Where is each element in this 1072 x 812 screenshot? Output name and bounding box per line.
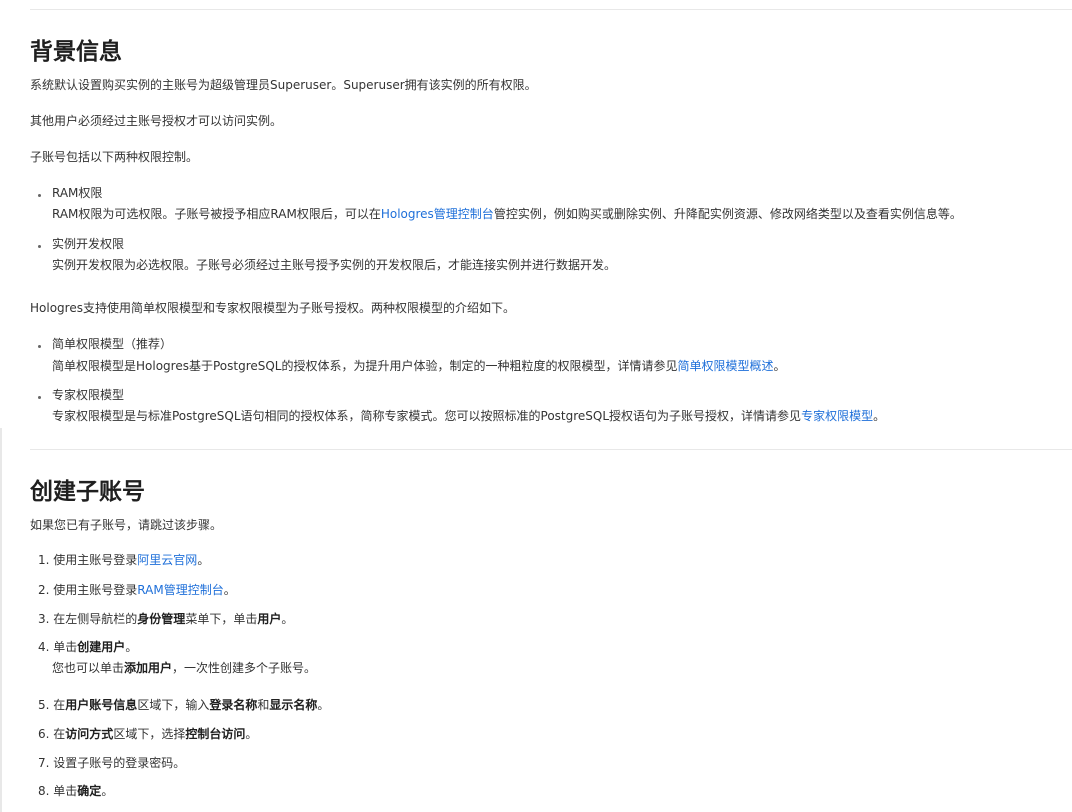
text: 单击 [53,784,78,798]
step-number: 6. [38,727,50,741]
step-number: 7. [38,756,50,770]
section-title-create-subaccount: 创建子账号 [30,479,145,505]
text: 设置子账号的登录密码。 [53,756,186,770]
text: 。 [773,359,786,373]
text: 区域下，选择 [113,727,186,741]
text: 在 [53,727,66,741]
step-number: 1. [38,553,50,567]
step-number: 2. [38,583,50,597]
paragraph-permission-types: 子账号包括以下两种权限控制。 [30,150,199,164]
bullet [38,245,41,248]
text: 使用主账号登录 [53,583,138,597]
text: RAM权限为可选权限。子账号被授予相应RAM权限后，可以在 [52,207,381,221]
simple-model-link[interactable]: 简单权限模型概述 [678,359,774,373]
text: 管控实例，例如购买或删除实例、升降配实例资源、修改网络类型以及查看实例信息等。 [493,207,962,221]
step-number: 3. [38,612,50,626]
paragraph-skip-step: 如果您已有子账号，请跳过该步骤。 [30,518,223,532]
bullet-dev-desc: 实例开发权限为必选权限。子账号必须经过主账号授予实例的开发权限后，才能连接实例并… [52,258,617,272]
text: 使用主账号登录 [53,553,138,567]
bullet [38,345,41,348]
text: 。 [101,784,114,798]
text: 。 [281,612,294,626]
paragraph-superuser: 系统默认设置购买实例的主账号为超级管理员Superuser。Superuser拥… [30,78,537,92]
step-number: 4. [38,640,50,654]
aliyun-site-link[interactable]: 阿里云官网 [137,553,197,567]
text: 。 [245,727,258,741]
text: 和 [257,698,270,712]
paragraph-authorization: 其他用户必须经过主账号授权才可以访问实例。 [30,114,283,128]
bold-text: 登录名称 [209,698,258,712]
text: 。 [197,553,210,567]
text: 区域下，输入 [137,698,210,712]
step-number: 8. [38,784,50,798]
section-divider [30,449,1072,450]
step-2: 2. 使用主账号登录RAM管理控制台。 [38,582,236,598]
step-3: 3. 在左侧导航栏的身份管理菜单下，单击用户。 [38,611,293,627]
ram-console-link[interactable]: RAM管理控制台 [137,583,223,597]
bold-text: 控制台访问 [185,727,246,741]
left-border [0,428,2,812]
paragraph-permission-models: Hologres支持使用简单权限模型和专家权限模型为子账号授权。两种权限模型的介… [30,301,515,315]
bullet [38,194,41,197]
bullet-expert-title: 专家权限模型 [52,388,125,402]
text: ，一次性创建多个子账号。 [172,661,317,675]
step-7: 7. 设置子账号的登录密码。 [38,755,185,771]
bold-text: 用户账号信息 [65,698,138,712]
bullet [38,396,41,399]
text: 在左侧导航栏的 [53,612,138,626]
bold-text: 添加用户 [124,661,173,675]
step-number: 5. [38,698,50,712]
bullet-expert-desc: 专家权限模型是与标准PostgreSQL语句相同的授权体系，简称专家模式。您可以… [52,408,885,424]
bullet-ram-desc: RAM权限为可选权限。子账号被授予相应RAM权限后，可以在Hologres管理控… [52,206,962,222]
text: 。 [223,583,236,597]
step-4-note: 您也可以单击添加用户，一次性创建多个子账号。 [52,660,316,676]
bullet-dev-title: 实例开发权限 [52,237,125,251]
step-1: 1. 使用主账号登录阿里云官网。 [38,552,209,568]
bold-text: 确定 [77,784,102,798]
step-4: 4. 单击创建用户。 [38,639,137,655]
text: 您也可以单击 [52,661,125,675]
text: 专家权限模型是与标准PostgreSQL语句相同的授权体系，简称专家模式。您可以… [52,409,802,423]
expert-model-link[interactable]: 专家权限模型 [801,409,873,423]
text: 单击 [53,640,78,654]
bold-text: 显示名称 [269,698,318,712]
bullet-simple-desc: 简单权限模型是Hologres基于PostgreSQL的授权体系，为提升用户体验… [52,358,786,374]
bold-text: 访问方式 [65,727,114,741]
step-6: 6. 在访问方式区域下，选择控制台访问。 [38,726,257,742]
text: 简单权限模型是Hologres基于PostgreSQL的授权体系，为提升用户体验… [52,359,678,373]
bold-text: 创建用户 [77,640,126,654]
section-title-background: 背景信息 [30,39,122,65]
text: 在 [53,698,66,712]
step-5: 5. 在用户账号信息区域下，输入登录名称和显示名称。 [38,697,329,713]
bold-text: 身份管理 [137,612,186,626]
text: 菜单下，单击 [185,612,258,626]
bold-text: 用户 [257,612,282,626]
step-8: 8. 单击确定。 [38,783,113,799]
bullet-ram-title: RAM权限 [52,186,103,200]
text: 。 [317,698,330,712]
text: 。 [873,409,886,423]
text: 。 [125,640,138,654]
hologres-console-link[interactable]: Hologres管理控制台 [381,207,494,221]
top-divider [30,9,1072,10]
bullet-simple-title: 简单权限模型（推荐） [52,337,173,351]
